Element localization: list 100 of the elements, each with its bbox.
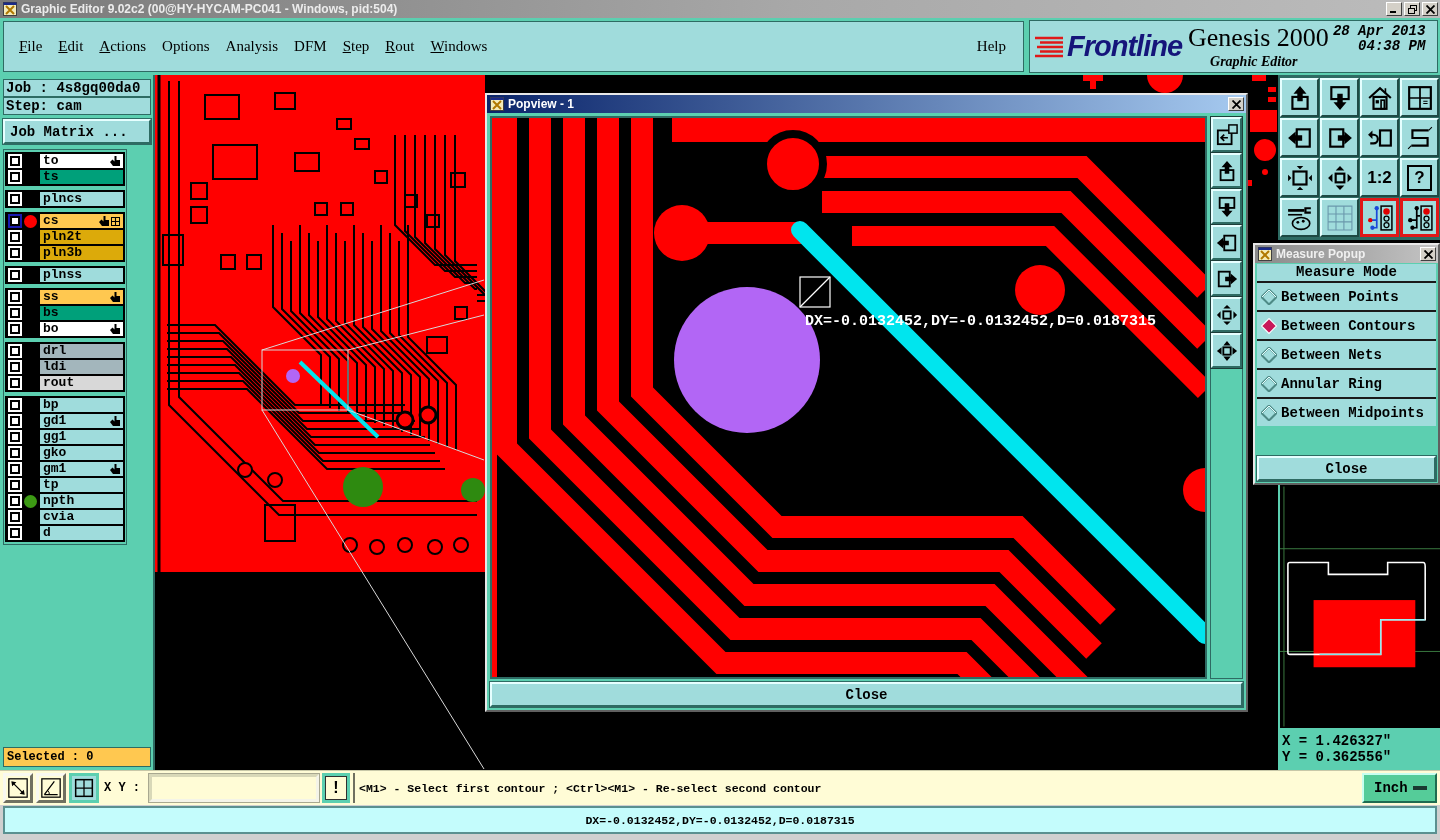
- speed-lines-icon: [1035, 35, 1065, 58]
- layer-name[interactable]: npth: [40, 494, 123, 508]
- layer-checkbox[interactable]: [10, 232, 20, 242]
- layer-name[interactable]: gg1: [40, 430, 123, 444]
- measure-mode-option[interactable]: Between Midpoints: [1257, 397, 1436, 426]
- view-tool-button[interactable]: [1211, 153, 1242, 188]
- layer-name[interactable]: bs: [40, 306, 123, 320]
- layer-name[interactable]: rout: [40, 376, 123, 390]
- layer-checkbox[interactable]: [10, 248, 20, 258]
- xy-label: X Y :: [103, 781, 141, 795]
- layer-checkbox[interactable]: [10, 194, 20, 204]
- house-icon[interactable]: [1366, 84, 1393, 111]
- layer-checkbox[interactable]: [10, 346, 20, 356]
- layer-checkbox[interactable]: [10, 528, 20, 538]
- layer-checkbox[interactable]: [10, 156, 20, 166]
- move-arrows-icon[interactable]: [1215, 339, 1238, 362]
- app-icon: [490, 97, 504, 111]
- view-tool-button[interactable]: [1211, 261, 1242, 296]
- layer-checkbox[interactable]: [10, 432, 20, 442]
- toolbar-button[interactable]: 1:2: [1360, 158, 1399, 197]
- measure-mode-option[interactable]: Annular Ring: [1257, 368, 1436, 397]
- radio-diamond-icon[interactable]: [1261, 346, 1277, 363]
- x-coordinate: X = 1.426327": [1282, 733, 1393, 749]
- layer-name[interactable]: plncs: [40, 192, 123, 206]
- measure-mode-option[interactable]: Between Points: [1257, 281, 1436, 310]
- layer-checkbox[interactable]: [10, 270, 20, 280]
- view-tool-button[interactable]: [1211, 225, 1242, 260]
- layer-name[interactable]: tp: [40, 478, 123, 492]
- measure-mode-option[interactable]: Between Nets: [1257, 339, 1436, 368]
- layer-checkbox[interactable]: [10, 480, 20, 490]
- layer-checkbox[interactable]: [10, 464, 20, 474]
- xy-input-field[interactable]: [149, 774, 319, 802]
- view-tool-button[interactable]: [1211, 333, 1242, 368]
- toolbar-button[interactable]: [1360, 198, 1399, 237]
- layer-checkbox[interactable]: [10, 416, 20, 426]
- menu-item[interactable]: Step: [334, 36, 378, 57]
- layer-name[interactable]: plnss: [40, 268, 123, 282]
- layer-name[interactable]: ts: [40, 170, 123, 184]
- close-button[interactable]: Close: [490, 682, 1243, 707]
- layer-name[interactable]: ss: [40, 290, 123, 304]
- menu-item[interactable]: Windows: [422, 36, 496, 57]
- window-arrow-icon[interactable]: [1215, 123, 1238, 146]
- layer-name[interactable]: bp: [40, 398, 123, 412]
- message-button[interactable]: !: [322, 773, 350, 803]
- toolbar-button[interactable]: [1400, 198, 1439, 237]
- window-title: Graphic Editor 9.02c2 (00@HY-HYCAM-PC041 - Windows, pid:504): [21, 2, 399, 16]
- close-button[interactable]: Close: [1257, 456, 1436, 481]
- status-readout: DX=-0.0132452,DY=-0.0132452,D=0.0187315: [3, 806, 1437, 834]
- layer-name[interactable]: gd1: [40, 414, 123, 428]
- layer-name[interactable]: cvia: [40, 510, 123, 524]
- layer-name[interactable]: gm1: [40, 462, 123, 476]
- layer-name[interactable]: pln2t: [40, 230, 123, 244]
- layer-name[interactable]: gko: [40, 446, 123, 460]
- layer-name[interactable]: to: [40, 154, 123, 168]
- layer-name[interactable]: pln3b: [40, 246, 123, 260]
- layer-name[interactable]: cs: [40, 214, 123, 228]
- radio-diamond-icon[interactable]: [1261, 288, 1277, 305]
- s-curve-icon[interactable]: [1406, 124, 1433, 151]
- radio-diamond-icon[interactable]: [1261, 404, 1277, 421]
- layer-name[interactable]: bo: [40, 322, 123, 336]
- layer-checkbox[interactable]: [10, 324, 20, 334]
- view-tool-button[interactable]: [1211, 189, 1242, 224]
- menu-item[interactable]: File: [11, 36, 51, 57]
- measure-mode-option[interactable]: Between Contours: [1257, 310, 1436, 339]
- menu-item[interactable]: Analysis: [217, 36, 287, 57]
- minimize-button[interactable]: [1386, 2, 1402, 16]
- menu-item[interactable]: DFM: [286, 36, 335, 57]
- layer-checkbox[interactable]: [10, 378, 20, 388]
- layer-name[interactable]: drl: [40, 344, 123, 358]
- popview-title: Popview - 1: [508, 97, 576, 111]
- circuit-icon[interactable]: [1406, 204, 1433, 231]
- step-name: Step: cam: [3, 97, 151, 115]
- job-matrix-button[interactable]: Job Matrix ...: [3, 119, 151, 144]
- menu-item[interactable]: Rout: [377, 36, 423, 57]
- layer-checkbox[interactable]: [10, 172, 20, 182]
- wrench-palette-icon[interactable]: [1286, 204, 1313, 231]
- menu-item[interactable]: Edit: [50, 36, 92, 57]
- menu-item[interactable]: Options: [154, 36, 218, 57]
- circuit-icon[interactable]: [1366, 204, 1393, 231]
- layer-checkbox[interactable]: [10, 308, 20, 318]
- layer-checkbox[interactable]: [10, 448, 20, 458]
- view-tool-button[interactable]: [1211, 117, 1242, 152]
- outward-arrows-icon[interactable]: [1215, 303, 1238, 326]
- menu-item[interactable]: Actions: [91, 36, 155, 57]
- layer-checkbox[interactable]: [10, 512, 20, 522]
- toolbar-button[interactable]: ?: [1400, 158, 1439, 197]
- layer-name[interactable]: ldi: [40, 360, 123, 374]
- menu-item[interactable]: Help: [968, 36, 1014, 57]
- layer-checkbox[interactable]: [10, 292, 20, 302]
- units-dropdown[interactable]: Inch: [1362, 773, 1437, 803]
- layer-checkbox[interactable]: [10, 496, 20, 506]
- layer-checkbox[interactable]: [10, 362, 20, 372]
- outward-arrows-icon[interactable]: [1326, 164, 1353, 191]
- inward-arrows-icon[interactable]: [1286, 164, 1313, 191]
- date-text: 28 Apr 2013: [1332, 23, 1426, 39]
- layer-checkbox[interactable]: [10, 400, 20, 410]
- layer-name[interactable]: d: [40, 526, 123, 540]
- radio-diamond-icon[interactable]: [1261, 375, 1277, 392]
- split-window-icon[interactable]: [1406, 84, 1433, 111]
- view-tool-button[interactable]: [1211, 297, 1242, 332]
